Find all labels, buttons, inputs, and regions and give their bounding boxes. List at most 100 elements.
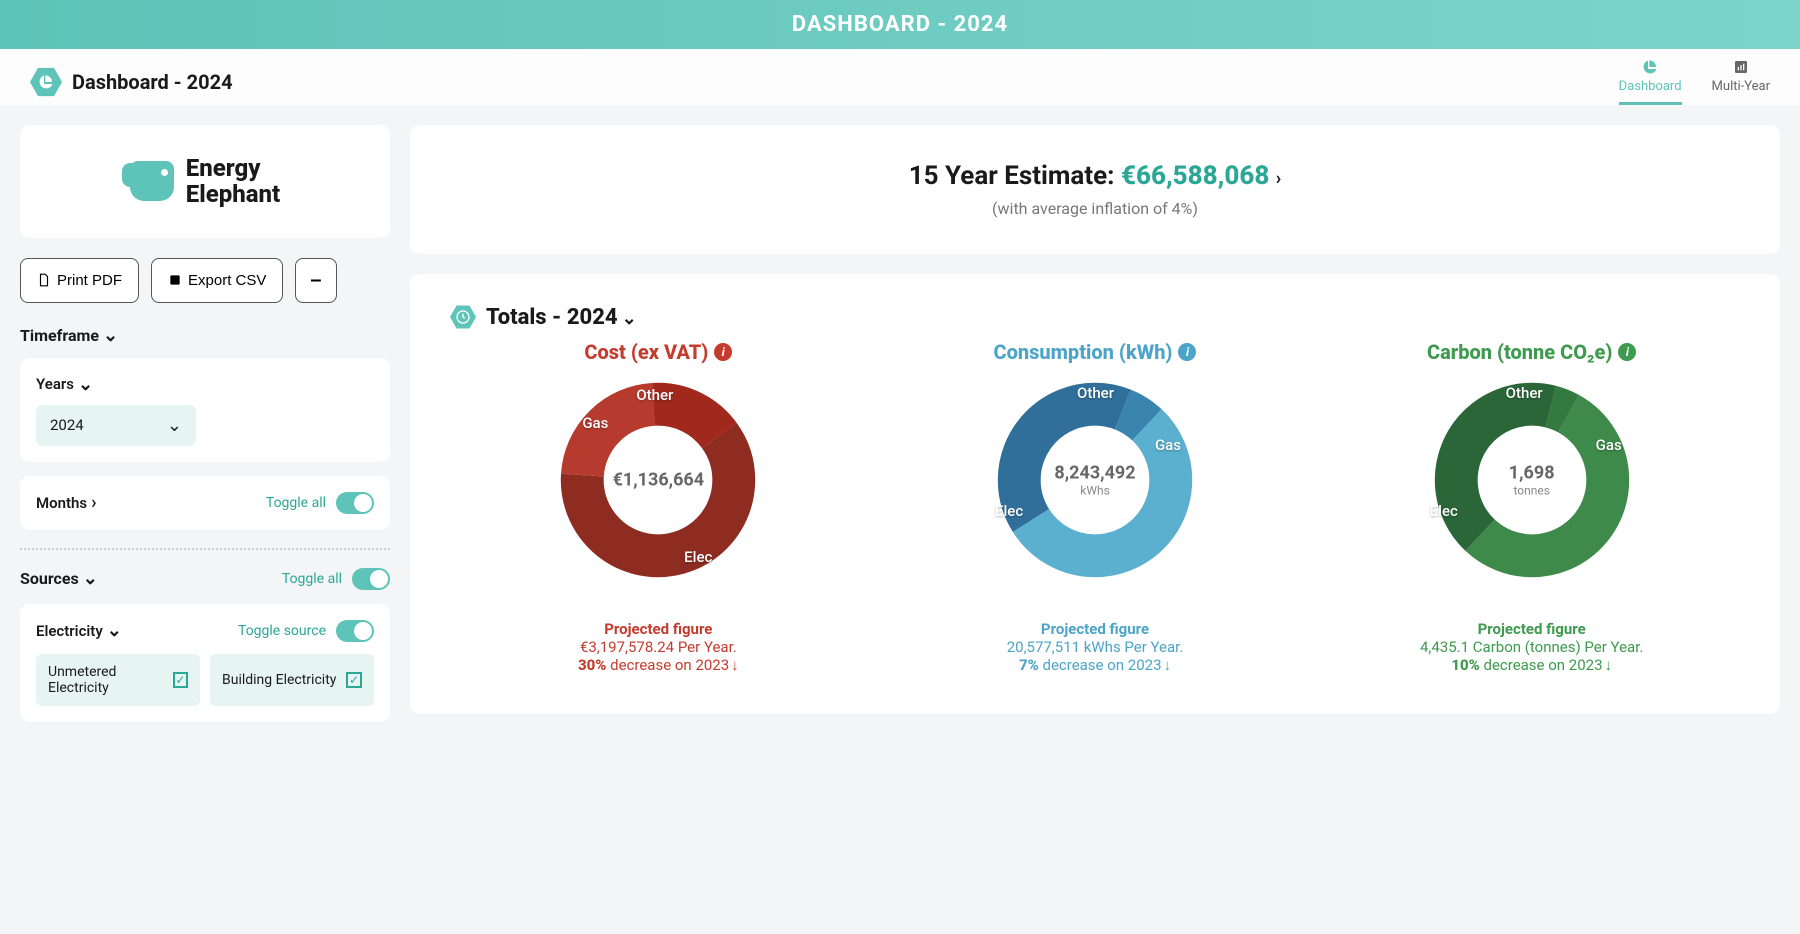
toggle-all-label: Toggle all xyxy=(282,571,342,587)
heading-text: Carbon (tonne CO₂e) xyxy=(1427,340,1612,364)
projected-label: Projected figure xyxy=(450,620,867,638)
tab-dashboard[interactable]: Dashboard xyxy=(1619,59,1682,105)
projected-value: 4,435.1 Carbon (tonnes) Per Year. xyxy=(1323,638,1740,656)
label-text: Years xyxy=(36,375,74,393)
tab-label: Multi-Year xyxy=(1712,79,1770,94)
chevron-down-icon xyxy=(622,305,637,330)
bar-chart-icon xyxy=(1733,59,1749,75)
label-text: Months xyxy=(36,494,87,512)
info-icon[interactable]: i xyxy=(1618,343,1636,361)
pie-chart-icon xyxy=(1642,59,1658,75)
estimate-prefix: 15 Year Estimate: xyxy=(909,161,1121,191)
header-bar: Dashboard - 2024 Dashboard Multi-Year xyxy=(0,49,1800,105)
center-value: €1,136,664 xyxy=(613,470,704,491)
heading-text: Cost (ex VAT) xyxy=(584,340,708,364)
label-text: Timeframe xyxy=(20,326,99,345)
chevron-down-icon xyxy=(78,374,93,395)
file-icon xyxy=(37,273,51,287)
projected-carbon: Projected figure 4,435.1 Carbon (tonnes)… xyxy=(1323,620,1740,674)
info-icon[interactable]: i xyxy=(714,343,732,361)
projected-cost: Projected figure €3,197,578.24 Per Year.… xyxy=(450,620,867,674)
segment-label-elec: Elec xyxy=(684,548,712,566)
tab-multi-year[interactable]: Multi-Year xyxy=(1712,59,1770,105)
months-panel: Months Toggle all xyxy=(20,476,390,530)
projected-value: 20,577,511 kWhs Per Year. xyxy=(887,638,1304,656)
donut-center: 1,698 tonnes xyxy=(1509,463,1555,498)
top-banner: DASHBOARD - 2024 xyxy=(0,0,1800,49)
page-title: Dashboard - 2024 xyxy=(72,70,233,94)
change-text: decrease on 2023 xyxy=(606,656,729,674)
chart-cost: Cost (ex VAT) i €1,136,664 Elec xyxy=(450,340,867,674)
change-pct: 10% xyxy=(1451,656,1479,674)
arrow-down-icon xyxy=(1162,656,1172,674)
months-label[interactable]: Months xyxy=(36,492,97,513)
donut-center: €1,136,664 xyxy=(613,470,704,491)
electricity-toggle-source[interactable] xyxy=(336,620,374,642)
timeframe-section-label[interactable]: Timeframe xyxy=(20,325,390,346)
chevron-right-icon xyxy=(1276,161,1281,191)
source-building-electricity[interactable]: Building Electricity ✓ xyxy=(210,654,374,706)
logo-line2: Elephant xyxy=(186,181,280,207)
chevron-down-icon xyxy=(83,568,98,589)
segment-label-other: Other xyxy=(1077,384,1114,402)
chart-heading-consumption: Consumption (kWh) i xyxy=(994,340,1197,364)
chart-heading-carbon: Carbon (tonne CO₂e) i xyxy=(1427,340,1636,364)
elephant-icon xyxy=(130,161,174,201)
dashboard-hex-icon xyxy=(30,66,62,98)
action-buttons: Print PDF Export CSV – xyxy=(20,258,390,303)
label-text: Electricity xyxy=(36,622,103,640)
donut-consumption[interactable]: 8,243,492 kWhs Elec Gas Other xyxy=(995,380,1195,580)
electricity-panel: Electricity Toggle source Unmetered Elec… xyxy=(20,604,390,722)
sources-header: Sources Toggle all xyxy=(20,568,390,590)
year-select[interactable]: 2024 xyxy=(36,405,196,446)
totals-title[interactable]: Totals - 2024 xyxy=(486,305,637,330)
logo-line1: Energy xyxy=(186,155,280,181)
print-pdf-button[interactable]: Print PDF xyxy=(20,258,139,303)
sidebar: Energy Elephant Print PDF Export CSV – T… xyxy=(20,125,390,736)
chevron-down-icon xyxy=(167,415,182,436)
clock-icon xyxy=(455,309,471,325)
logo-card: Energy Elephant xyxy=(20,125,390,238)
source-unmetered-electricity[interactable]: Unmetered Electricity ✓ xyxy=(36,654,200,706)
donut-carbon[interactable]: 1,698 tonnes Elec Gas Other xyxy=(1432,380,1632,580)
totals-hex-icon xyxy=(450,304,476,330)
header-left: Dashboard - 2024 xyxy=(30,66,233,98)
toggle-source-label: Toggle source xyxy=(238,623,326,639)
estimate-subtitle: (with average inflation of 4%) xyxy=(430,199,1760,218)
label-text: Sources xyxy=(20,569,79,588)
totals-header: Totals - 2024 xyxy=(450,304,1740,330)
sources-toggle-all[interactable] xyxy=(352,568,390,590)
center-value: 1,698 xyxy=(1509,463,1555,484)
button-label: Print PDF xyxy=(57,272,122,289)
years-label[interactable]: Years xyxy=(36,374,374,395)
pie-chart-icon xyxy=(38,74,54,90)
segment-label-gas: Gas xyxy=(1155,436,1181,454)
csv-icon xyxy=(168,273,182,287)
projected-value: €3,197,578.24 Per Year. xyxy=(450,638,867,656)
months-toggle-all[interactable] xyxy=(336,492,374,514)
button-label: Export CSV xyxy=(188,272,266,289)
title-text: Totals - 2024 xyxy=(486,305,618,330)
chart-carbon: Carbon (tonne CO₂e) i 1,698 tonnes xyxy=(1323,340,1740,674)
change-pct: 7% xyxy=(1019,656,1039,674)
projected-label: Projected figure xyxy=(1323,620,1740,638)
export-csv-button[interactable]: Export CSV xyxy=(151,258,283,303)
projected-label: Projected figure xyxy=(887,620,1304,638)
estimate-title: 15 Year Estimate: €66,588,068 xyxy=(430,161,1760,191)
checkbox-label: Unmetered Electricity xyxy=(48,664,173,696)
chart-consumption: Consumption (kWh) i 8,243,492 kWhs xyxy=(887,340,1304,674)
divider xyxy=(20,548,390,550)
main-layout: Energy Elephant Print PDF Export CSV – T… xyxy=(0,105,1800,756)
estimate-value: €66,588,068 xyxy=(1121,161,1269,191)
estimate-card[interactable]: 15 Year Estimate: €66,588,068 (with aver… xyxy=(410,125,1780,254)
years-panel: Years 2024 xyxy=(20,358,390,462)
collapse-button[interactable]: – xyxy=(295,258,336,303)
change-text: decrease on 2023 xyxy=(1480,656,1603,674)
electricity-label[interactable]: Electricity xyxy=(36,620,122,641)
donut-cost[interactable]: €1,136,664 Elec Gas Other xyxy=(558,380,758,580)
info-icon[interactable]: i xyxy=(1178,343,1196,361)
donut-center: 8,243,492 kWhs xyxy=(1054,463,1135,498)
sources-section-label[interactable]: Sources xyxy=(20,568,98,589)
segment-label-elec: Elec xyxy=(1430,502,1458,520)
arrow-down-icon xyxy=(1603,656,1613,674)
